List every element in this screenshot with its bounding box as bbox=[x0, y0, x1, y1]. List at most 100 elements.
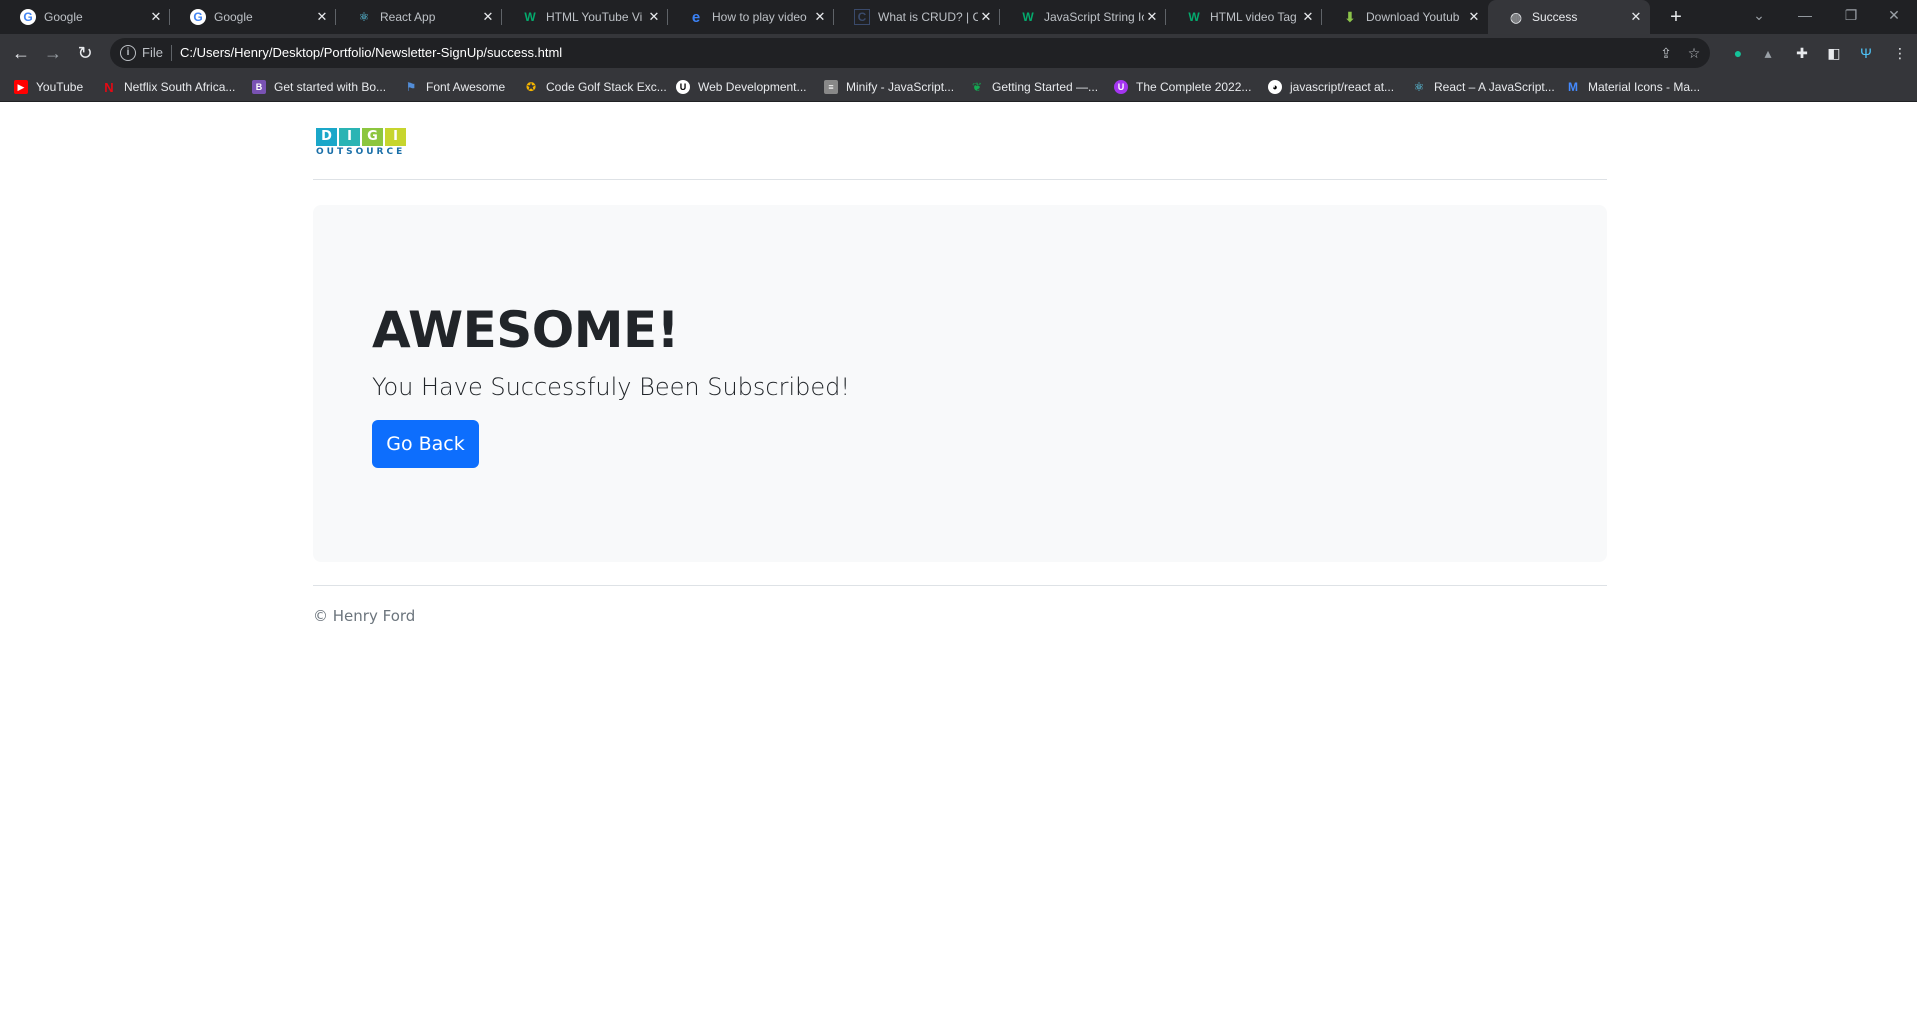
bookmark-label: React – A JavaScript... bbox=[1434, 80, 1555, 94]
logo-letter: D bbox=[316, 128, 337, 146]
url-text[interactable]: C:/Users/Henry/Desktop/Portfolio/Newslet… bbox=[180, 45, 562, 60]
forward-button[interactable]: → bbox=[40, 40, 66, 66]
bookmark-complete-2022[interactable]: U The Complete 2022... bbox=[1114, 79, 1251, 95]
tab-search-button[interactable]: ⌄ bbox=[1736, 0, 1782, 34]
tab-how-to-play-video[interactable]: e How to play video ✕ bbox=[668, 0, 834, 34]
footer-copyright: © Henry Ford bbox=[313, 607, 416, 625]
reload-button[interactable]: ↻ bbox=[72, 40, 98, 66]
udemy-icon: U bbox=[676, 80, 690, 94]
tab-title: HTML video Tag bbox=[1210, 10, 1297, 24]
omnibox-divider bbox=[171, 45, 172, 61]
bookmark-label: YouTube bbox=[36, 80, 84, 94]
star-icon[interactable]: ☆ bbox=[1684, 43, 1704, 63]
tab-title: Success bbox=[1532, 10, 1578, 24]
tab-strip: G Google ✕ G Google ✕ ⚛ React App ✕ W HT… bbox=[0, 0, 1917, 34]
github-icon: ◕ bbox=[1268, 80, 1282, 94]
share-icon[interactable]: ⇪ bbox=[1656, 43, 1676, 63]
success-message: You Have Successfuly Been Subscribed! bbox=[372, 373, 850, 401]
grammarly-icon[interactable]: ● bbox=[1728, 43, 1748, 63]
back-button[interactable]: ← bbox=[8, 40, 34, 66]
bookmark-label: Code Golf Stack Exc... bbox=[546, 80, 667, 94]
bookmark-font-awesome[interactable]: ⚑ Font Awesome bbox=[404, 79, 506, 95]
page-content: D I G I OUTSOURCE AWESOME! You Have Succ… bbox=[0, 102, 1917, 1027]
bookmark-code-golf[interactable]: ✪ Code Golf Stack Exc... bbox=[524, 79, 667, 95]
close-icon[interactable]: ✕ bbox=[1628, 9, 1644, 25]
bookmark-netflix[interactable]: N Netflix South Africa... bbox=[102, 79, 235, 95]
profile-icon[interactable]: Ψ bbox=[1856, 43, 1876, 63]
tab-title: JavaScript String Ic bbox=[1044, 10, 1144, 24]
bookmark-label: Minify - JavaScript... bbox=[846, 80, 955, 94]
netflix-icon: N bbox=[104, 79, 114, 95]
bookmark-label: Material Icons - Ma... bbox=[1588, 80, 1701, 94]
success-jumbotron: AWESOME! You Have Successfuly Been Subsc… bbox=[313, 205, 1607, 562]
new-tab-button[interactable]: + bbox=[1664, 5, 1688, 29]
page-title: AWESOME! bbox=[372, 301, 680, 359]
bookmark-javascript-react[interactable]: ◕ javascript/react at... bbox=[1268, 79, 1394, 95]
bookmark-getting-started[interactable]: ❦ Getting Started —... bbox=[970, 79, 1098, 95]
bookmark-label: The Complete 2022... bbox=[1136, 80, 1252, 94]
react-icon: ⚛ bbox=[1413, 80, 1425, 94]
bookmark-react[interactable]: ⚛ React – A JavaScript... bbox=[1412, 79, 1555, 95]
go-back-button[interactable]: Go Back bbox=[372, 420, 479, 468]
w3schools-icon: W bbox=[1022, 10, 1034, 24]
close-icon[interactable]: ✕ bbox=[314, 9, 330, 25]
bookmark-label: Getting Started —... bbox=[992, 80, 1099, 94]
digi-outsource-logo[interactable]: D I G I OUTSOURCE bbox=[316, 128, 408, 164]
tab-title: Download Youtub bbox=[1366, 10, 1460, 24]
restore-button[interactable]: ❐ bbox=[1828, 0, 1874, 34]
tab-title: HTML YouTube Vi bbox=[546, 10, 643, 24]
close-icon[interactable]: ✕ bbox=[1144, 9, 1160, 25]
globe-icon: ◍ bbox=[1509, 8, 1523, 25]
bookmark-label: Font Awesome bbox=[426, 80, 506, 94]
close-icon[interactable]: ✕ bbox=[1300, 9, 1316, 25]
bookmark-label: Get started with Bo... bbox=[274, 80, 387, 94]
logo-letter: G bbox=[362, 128, 383, 146]
bookmark-minify[interactable]: ≡ Minify - JavaScript... bbox=[824, 79, 954, 95]
tab-what-is-crud[interactable]: C What is CRUD? | Co ✕ bbox=[834, 0, 1000, 34]
react-icon: ⚛ bbox=[358, 10, 370, 24]
info-icon[interactable]: i bbox=[120, 45, 136, 61]
tab-html-youtube[interactable]: W HTML YouTube Vi ✕ bbox=[502, 0, 668, 34]
tab-javascript-string[interactable]: W JavaScript String Ic ✕ bbox=[1000, 0, 1166, 34]
codecademy-icon: C bbox=[854, 9, 870, 25]
close-icon[interactable]: ✕ bbox=[812, 9, 828, 25]
tab-react-app[interactable]: ⚛ React App ✕ bbox=[336, 0, 502, 34]
menu-icon[interactable]: ⋮ bbox=[1890, 43, 1910, 63]
close-icon[interactable]: ✕ bbox=[480, 9, 496, 25]
tab-google-1[interactable]: G Google ✕ bbox=[0, 0, 170, 34]
bookmarks-bar: ▶ YouTube N Netflix South Africa... B Ge… bbox=[0, 72, 1917, 102]
window-close-button[interactable]: ✕ bbox=[1871, 0, 1917, 34]
address-bar[interactable]: i File C:/Users/Henry/Desktop/Portfolio/… bbox=[110, 38, 1710, 68]
close-icon[interactable]: ✕ bbox=[1466, 9, 1482, 25]
close-icon[interactable]: ✕ bbox=[148, 9, 164, 25]
bookmark-material-icons[interactable]: M Material Icons - Ma... bbox=[1566, 79, 1700, 95]
tab-success[interactable]: ◍ Success ✕ bbox=[1488, 0, 1650, 34]
logo-letter: I bbox=[339, 128, 360, 146]
google-icon: G bbox=[190, 9, 206, 25]
logo-letters: D I G I bbox=[316, 128, 408, 146]
bookmark-youtube[interactable]: ▶ YouTube bbox=[14, 79, 83, 95]
close-icon[interactable]: ✕ bbox=[978, 9, 994, 25]
tab-google-2[interactable]: G Google ✕ bbox=[170, 0, 336, 34]
extension-icon[interactable]: ▴ bbox=[1758, 43, 1778, 63]
bookmark-bootstrap[interactable]: B Get started with Bo... bbox=[252, 79, 386, 95]
side-panel-icon[interactable]: ◧ bbox=[1824, 43, 1844, 63]
bookmark-web-development[interactable]: U Web Development... bbox=[676, 79, 807, 95]
tab-html-video-tag[interactable]: W HTML video Tag ✕ bbox=[1166, 0, 1322, 34]
minimize-button[interactable]: — bbox=[1782, 0, 1828, 34]
tab-title: React App bbox=[380, 10, 436, 24]
edge-icon: e bbox=[691, 8, 701, 26]
bookmark-label: Netflix South Africa... bbox=[124, 80, 236, 94]
tab-title: What is CRUD? | Co bbox=[878, 10, 978, 24]
tab-download-youtube[interactable]: ⬇ Download Youtub ✕ bbox=[1322, 0, 1488, 34]
logo-subtitle: OUTSOURCE bbox=[316, 147, 406, 157]
google-icon: G bbox=[20, 9, 36, 25]
close-icon[interactable]: ✕ bbox=[646, 9, 662, 25]
puzzle-icon[interactable]: ✚ bbox=[1792, 43, 1812, 63]
tab-title: Google bbox=[214, 10, 253, 24]
minify-icon: ≡ bbox=[824, 80, 838, 94]
w3schools-icon: W bbox=[1188, 10, 1200, 24]
footer-divider bbox=[313, 585, 1607, 586]
header-divider bbox=[313, 179, 1607, 180]
bookmark-label: Web Development... bbox=[698, 80, 807, 94]
